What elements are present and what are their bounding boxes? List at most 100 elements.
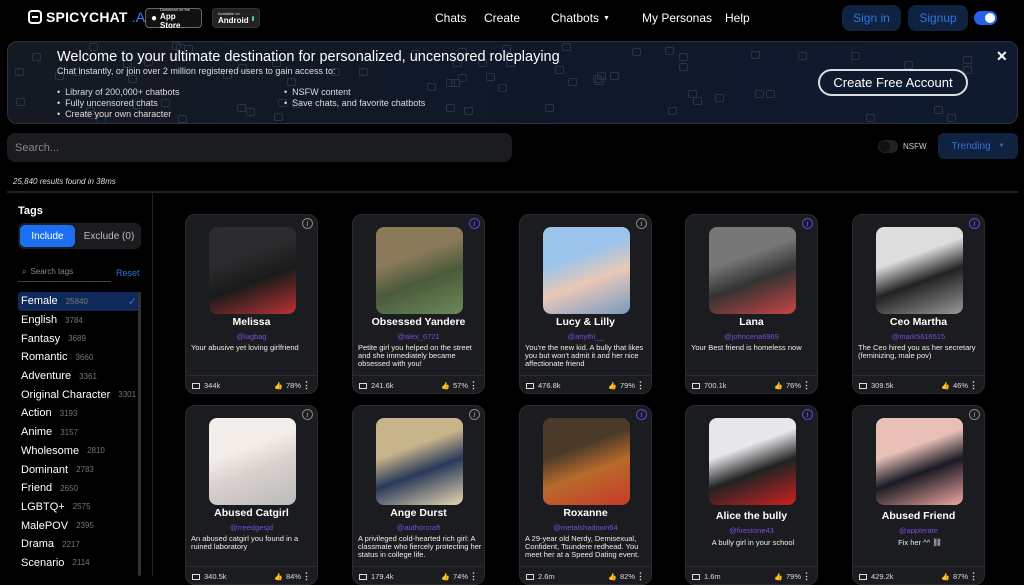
chat-bubble-pattern-icon — [545, 104, 554, 112]
chat-bubble-pattern-icon — [610, 72, 619, 80]
tag-list-scrollbar[interactable] — [138, 292, 141, 576]
tag-item[interactable]: Anime 3157 — [18, 423, 141, 442]
character-avatar[interactable] — [209, 418, 296, 505]
character-avatar[interactable] — [543, 227, 630, 314]
tag-item[interactable]: Original Character 3301 — [18, 385, 141, 404]
creator-handle[interactable]: @applerate — [853, 526, 984, 535]
tag-item[interactable]: Wholesome 2810 — [18, 442, 141, 461]
chatbot-card[interactable]: i Melissa @lagbag Your abusive yet lovin… — [185, 214, 318, 394]
tag-item[interactable]: English 3784 — [18, 311, 141, 330]
tag-name: Scenario — [21, 556, 65, 569]
close-icon[interactable]: ✕ — [996, 48, 1008, 65]
info-icon[interactable]: i — [969, 218, 980, 229]
chatbot-card[interactable]: i Roxanne @metalshadown64 A 29-year old … — [519, 405, 652, 585]
tag-search-input[interactable]: ⌕ Search tags — [18, 262, 111, 282]
character-avatar[interactable] — [876, 418, 963, 505]
more-options-icon[interactable]: ⋮ — [969, 571, 978, 582]
nav-create[interactable]: Create — [484, 11, 520, 25]
nav-chatbots[interactable]: Chatbots ▼ — [551, 11, 610, 25]
info-icon[interactable]: i — [636, 409, 647, 420]
info-icon[interactable]: i — [969, 409, 980, 420]
tag-item[interactable]: Scenario 2114 — [18, 554, 141, 573]
character-avatar[interactable] — [709, 227, 796, 314]
more-options-icon[interactable]: ⋮ — [469, 571, 478, 582]
creator-handle[interactable]: @mark5616515 — [853, 332, 984, 341]
info-icon[interactable]: i — [302, 409, 313, 420]
search-input[interactable]: Search... — [7, 133, 512, 162]
chatbot-card[interactable]: i Lucy & Lilly @anythi__ You're the new … — [519, 214, 652, 394]
character-name: Obsessed Yandere — [371, 316, 466, 328]
info-icon[interactable]: i — [469, 409, 480, 420]
chatbot-card[interactable]: i Alice the bully @firestone43 A bully g… — [685, 405, 818, 585]
include-tab[interactable]: Include — [20, 225, 75, 247]
chatbot-card[interactable]: i Obsessed Yandere @alex_6721 Petite gir… — [352, 214, 485, 394]
creator-handle[interactable]: @johncena6969 — [686, 332, 817, 341]
tag-name: Wholesome — [21, 444, 80, 457]
info-icon[interactable]: i — [636, 218, 647, 229]
logo[interactable]: SPICYCHAT .AI — [28, 9, 149, 25]
creator-handle[interactable]: @lagbag — [186, 332, 317, 341]
more-options-icon[interactable]: ⋮ — [302, 380, 311, 391]
character-avatar[interactable] — [876, 227, 963, 314]
info-icon[interactable]: i — [802, 409, 813, 420]
creator-handle[interactable]: @rreedgesjd — [186, 523, 317, 532]
tag-item[interactable]: Adventure 3361 — [18, 367, 141, 386]
more-options-icon[interactable]: ⋮ — [636, 571, 645, 582]
chatbot-card[interactable]: i Abused Friend @applerate Fix her ^^ ⛓ … — [852, 405, 985, 585]
tag-item[interactable]: LGBTQ+ 2575 — [18, 498, 141, 517]
more-options-icon[interactable]: ⋮ — [802, 380, 811, 391]
sign-in-button[interactable]: Sign in — [842, 5, 901, 31]
tag-item[interactable]: Fantasy 3689 — [18, 329, 141, 348]
character-avatar[interactable] — [709, 418, 796, 505]
creator-handle[interactable]: @firestone43 — [686, 526, 817, 535]
check-icon: ✓ — [127, 295, 137, 308]
creator-handle[interactable]: @anythi__ — [520, 332, 651, 341]
exclude-tab[interactable]: Exclude (0) — [78, 225, 140, 247]
tag-item[interactable]: Dominant 2783 — [18, 460, 141, 479]
signup-button[interactable]: Signup — [908, 5, 968, 31]
banner-subtitle: Chat instantly, or join over 2 million r… — [57, 66, 336, 76]
chatbot-card[interactable]: i Ange Durst @authorcraft A privileged c… — [352, 405, 485, 585]
nav-chats[interactable]: Chats — [435, 11, 466, 25]
more-options-icon[interactable]: ⋮ — [802, 571, 811, 582]
thumbs-icon: 👍 — [941, 573, 950, 581]
nsfw-toggle[interactable] — [878, 140, 898, 153]
tag-item[interactable]: Female 25840 ✓ — [18, 292, 141, 311]
tag-item[interactable]: Action 3193 — [18, 404, 141, 423]
chatbot-card[interactable]: i Abused Catgirl @rreedgesjd An abused c… — [185, 405, 318, 585]
chatbot-card[interactable]: i Ceo Martha @mark5616515 The Ceo hired … — [852, 214, 985, 394]
reset-button[interactable]: Reset — [116, 268, 140, 278]
tag-item[interactable]: Romantic 3660 — [18, 348, 141, 367]
chat-bubble-pattern-icon — [934, 106, 943, 114]
nav-help[interactable]: Help — [725, 11, 750, 25]
more-options-icon[interactable]: ⋮ — [636, 380, 645, 391]
create-free-account-button[interactable]: Create Free Account — [818, 69, 968, 96]
card-footer: 344k 👍 78% ⋮ — [186, 375, 317, 393]
character-avatar[interactable] — [376, 418, 463, 505]
character-avatar[interactable] — [376, 227, 463, 314]
more-options-icon[interactable]: ⋮ — [969, 380, 978, 391]
rating-percent: 74% — [452, 572, 468, 581]
info-icon[interactable]: i — [469, 218, 480, 229]
tag-item[interactable]: Drama 2217 — [18, 535, 141, 554]
theme-toggle[interactable] — [974, 11, 997, 25]
creator-handle[interactable]: @metalshadown64 — [520, 523, 651, 532]
nav-my-personas[interactable]: My Personas — [642, 11, 712, 25]
info-icon[interactable]: i — [302, 218, 313, 229]
creator-handle[interactable]: @authorcraft — [353, 523, 484, 532]
divider — [152, 193, 153, 576]
creator-handle[interactable]: @alex_6721 — [353, 332, 484, 341]
thumbs-icon: 👍 — [608, 573, 617, 581]
character-avatar[interactable] — [543, 418, 630, 505]
more-options-icon[interactable]: ⋮ — [302, 571, 311, 582]
android-badge[interactable]: Available on Android — [212, 8, 260, 28]
tag-item[interactable]: MalePOV 2395 — [18, 516, 141, 535]
character-avatar[interactable] — [209, 227, 296, 314]
sort-dropdown[interactable]: Trending ▼ — [938, 133, 1018, 159]
info-icon[interactable]: i — [802, 218, 813, 229]
more-options-icon[interactable]: ⋮ — [469, 380, 478, 391]
chatbot-card[interactable]: i Lana @johncena6969 Your Best friend is… — [685, 214, 818, 394]
app-store-badge[interactable]: ● Download on the App Store — [145, 7, 202, 30]
tag-item[interactable]: Friend 2650 — [18, 479, 141, 498]
character-name: Lana — [739, 316, 764, 328]
